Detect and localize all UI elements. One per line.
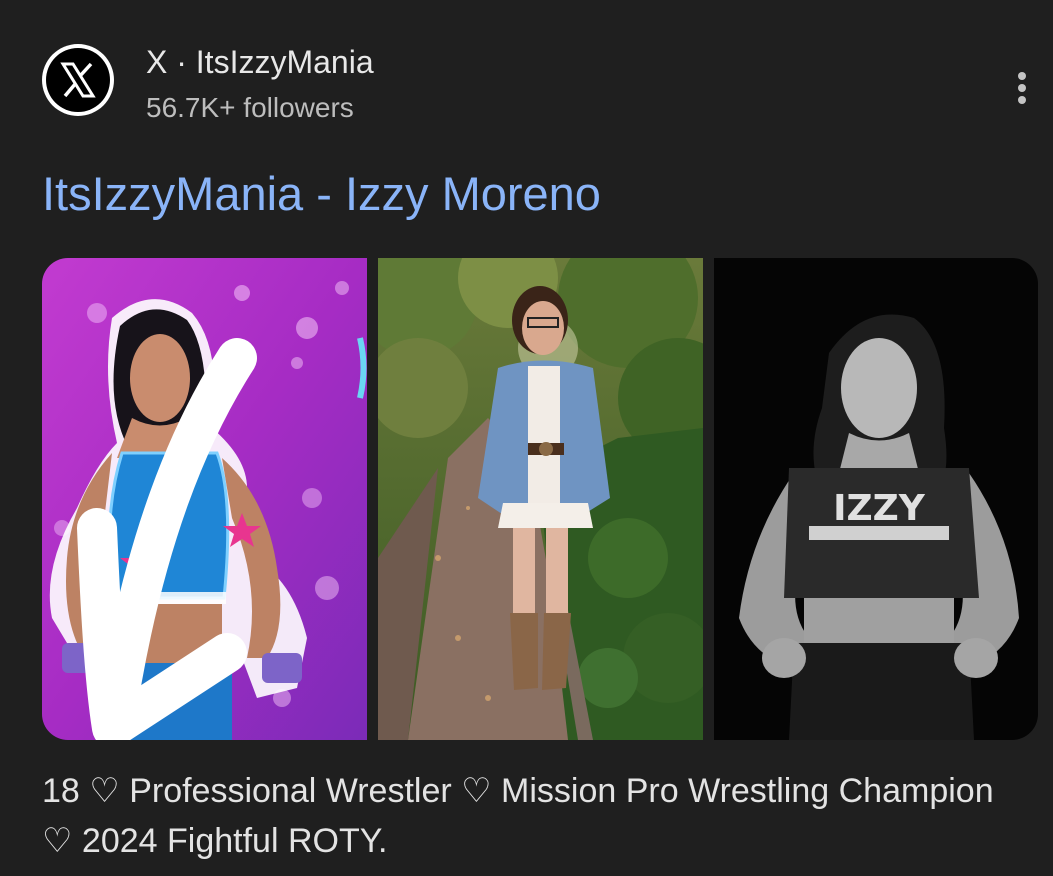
- shirt-text: IZZY: [833, 488, 926, 529]
- source-row[interactable]: X · ItsIzzyMania 56.7K+ followers: [42, 44, 1032, 124]
- result-description: 18 ♡ Professional Wrestler ♡ Mission Pro…: [42, 772, 994, 860]
- followers-count: 56.7K+ followers: [146, 92, 354, 123]
- result-headline-link[interactable]: ItsIzzyMania - Izzy Moreno: [42, 166, 601, 222]
- gallery-image-3[interactable]: IZZY: [714, 258, 1038, 740]
- search-result-card: X · ItsIzzyMania 56.7K+ followers ItsIzz…: [0, 0, 1053, 876]
- source-title[interactable]: X · ItsIzzyMania: [146, 44, 374, 80]
- gallery-image-1[interactable]: [42, 258, 367, 740]
- gallery-image-2[interactable]: [378, 258, 703, 740]
- more-vert-icon[interactable]: [1007, 68, 1037, 108]
- image-gallery: IZZY: [42, 258, 1038, 740]
- x-logo-icon: [42, 44, 114, 116]
